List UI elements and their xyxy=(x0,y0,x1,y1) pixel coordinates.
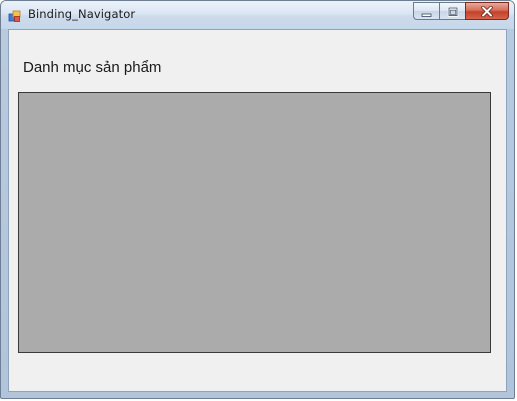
maximize-button[interactable] xyxy=(439,2,465,20)
minimize-icon xyxy=(421,2,433,21)
app-icon[interactable] xyxy=(8,8,22,22)
close-button[interactable] xyxy=(465,2,509,20)
maximize-icon xyxy=(447,2,459,21)
product-data-grid[interactable] xyxy=(18,92,491,353)
minimize-button[interactable] xyxy=(413,2,439,20)
application-window: Binding_Navigator Danh mục sản phẩm xyxy=(0,0,515,399)
title-bar[interactable]: Binding_Navigator xyxy=(1,1,514,29)
caption-buttons xyxy=(413,2,509,20)
form-heading: Danh mục sản phẩm xyxy=(23,59,162,76)
close-icon xyxy=(480,2,494,21)
window-title: Binding_Navigator xyxy=(28,7,136,21)
form-client-area: Danh mục sản phẩm xyxy=(8,29,507,392)
